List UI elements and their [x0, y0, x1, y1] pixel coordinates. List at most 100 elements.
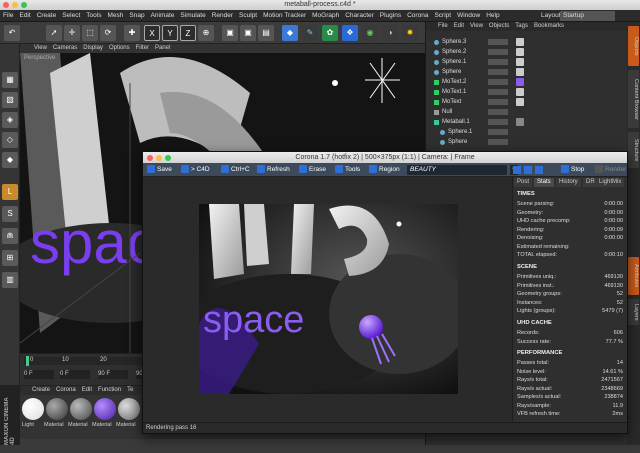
y-axis-icon[interactable]: Y — [162, 25, 178, 41]
refresh-button[interactable]: Refresh — [257, 165, 290, 175]
menu-render[interactable]: Render — [209, 10, 236, 22]
mat-menu-texture[interactable]: Te — [124, 386, 136, 395]
move-icon[interactable]: ✛ — [64, 25, 80, 41]
array-icon[interactable]: ❖ — [342, 25, 358, 41]
menu-plugins[interactable]: Plugins — [377, 10, 404, 22]
close-icon[interactable] — [147, 154, 153, 161]
render-button[interactable]: Render — [595, 165, 626, 175]
object-row[interactable]: Sphere — [426, 137, 628, 147]
tab-objects[interactable]: Objects — [628, 26, 639, 66]
object-row[interactable]: Metaball.1 — [426, 117, 628, 127]
render-pass-select[interactable]: BEAUTY — [407, 165, 507, 175]
tab-stats[interactable]: Stats — [534, 178, 554, 187]
object-row[interactable]: Sphere — [426, 67, 628, 77]
tab-content-browser[interactable]: Content Browser — [628, 70, 639, 128]
texture-mode-icon[interactable]: ▧ — [2, 92, 18, 108]
light-icon[interactable]: ✹ — [402, 25, 418, 41]
current-frame-field[interactable]: 0 F — [24, 370, 54, 379]
material-tag-icon[interactable] — [516, 68, 524, 76]
viewport-menu-view[interactable]: View — [20, 44, 50, 53]
s-tool-icon[interactable]: S — [2, 206, 18, 222]
tools-button[interactable]: Tools — [335, 165, 360, 175]
viewport-menu-panel[interactable]: Panel — [152, 44, 173, 53]
zoom-fit-icon[interactable] — [535, 166, 543, 174]
menu-window[interactable]: Window — [454, 10, 483, 22]
material-tag-icon[interactable] — [516, 88, 524, 96]
pen-icon[interactable]: ✎ — [302, 25, 318, 41]
obj-menu-bookmarks[interactable]: Bookmarks — [531, 22, 567, 31]
render-picture-icon[interactable]: ▣ — [240, 25, 256, 41]
menu-edit[interactable]: Edit — [16, 10, 33, 22]
material-swatch[interactable] — [118, 398, 140, 420]
object-row[interactable]: MoText — [426, 97, 628, 107]
tab-attributes[interactable]: Attributes — [628, 257, 639, 295]
obj-menu-file[interactable]: File — [426, 22, 451, 31]
to-c4d-button[interactable]: > C4D — [181, 165, 210, 175]
grid-icon[interactable]: ▥ — [2, 272, 18, 288]
maximize-icon[interactable] — [21, 2, 27, 8]
menu-mograph[interactable]: MoGraph — [309, 10, 342, 22]
menu-help[interactable]: Help — [483, 10, 502, 22]
menu-script[interactable]: Script — [431, 10, 454, 22]
points-mode-icon[interactable]: ◈ — [2, 112, 18, 128]
select-icon[interactable]: ➚ — [46, 25, 62, 41]
camera-icon[interactable]: ◑ — [382, 25, 398, 41]
l-tool-icon[interactable]: L — [2, 184, 18, 200]
material-swatch[interactable] — [94, 398, 116, 420]
menu-select[interactable]: Select — [59, 10, 83, 22]
minimize-icon[interactable] — [12, 2, 18, 8]
material-tag-icon[interactable] — [516, 38, 524, 46]
render-settings-icon[interactable]: ▤ — [258, 25, 274, 41]
max-frame-field[interactable]: 90 F — [98, 370, 128, 379]
mat-menu-edit[interactable]: Edit — [79, 386, 95, 395]
obj-menu-edit[interactable]: Edit — [451, 22, 467, 31]
zoom-out-icon[interactable] — [524, 166, 532, 174]
copy-button[interactable]: Ctrl+C — [221, 165, 250, 175]
menu-corona[interactable]: Corona — [404, 10, 431, 22]
menu-create[interactable]: Create — [34, 10, 60, 22]
object-row[interactable]: Null — [426, 107, 628, 117]
menu-animate[interactable]: Animate — [148, 10, 178, 22]
tab-layers[interactable]: Layers — [628, 299, 639, 325]
add-icon[interactable]: ✚ — [124, 25, 140, 41]
tab-lightmix[interactable]: LightMix — [596, 178, 625, 187]
model-mode-icon[interactable]: ▦ — [2, 72, 18, 88]
polygons-mode-icon[interactable]: ◆ — [2, 152, 18, 168]
tab-history[interactable]: History — [556, 178, 581, 187]
material-tag-icon[interactable] — [516, 118, 524, 126]
menu-mesh[interactable]: Mesh — [104, 10, 126, 22]
obj-menu-view[interactable]: View — [467, 22, 486, 31]
object-row[interactable]: MoText.2 — [426, 77, 628, 87]
tab-post[interactable]: Post — [514, 178, 533, 187]
save-button[interactable]: Save — [147, 165, 172, 175]
tab-structure[interactable]: Structure — [628, 132, 639, 168]
deformer-icon[interactable]: ◉ — [362, 25, 378, 41]
layout-select[interactable]: Startup — [560, 11, 615, 21]
object-row[interactable]: Sphere.3 — [426, 37, 628, 47]
rotate-icon[interactable]: ⟳ — [100, 25, 116, 41]
menu-sculpt[interactable]: Sculpt — [236, 10, 260, 22]
material-tag-icon[interactable] — [516, 78, 524, 86]
material-swatch[interactable] — [70, 398, 92, 420]
maximize-icon[interactable] — [165, 154, 171, 161]
erase-button[interactable]: Erase — [299, 165, 326, 175]
lock-icon[interactable]: ⊞ — [2, 250, 18, 266]
close-icon[interactable] — [3, 2, 9, 8]
mat-menu-corona[interactable]: Corona — [53, 386, 79, 395]
mat-menu-create[interactable]: Create — [20, 386, 53, 395]
snap-icon[interactable]: ⋒ — [2, 228, 18, 244]
menu-character[interactable]: Character — [342, 10, 377, 22]
viewport-menu-filter[interactable]: Filter — [133, 44, 152, 53]
menu-snap[interactable]: Snap — [126, 10, 147, 22]
x-axis-icon[interactable]: X — [144, 25, 160, 41]
obj-menu-tags[interactable]: Tags — [512, 22, 531, 31]
object-row[interactable]: MoText.1 — [426, 87, 628, 97]
scale-icon[interactable]: ⬚ — [82, 25, 98, 41]
z-axis-icon[interactable]: Z — [180, 25, 196, 41]
viewport-menu-cameras[interactable]: Cameras — [50, 44, 80, 53]
region-button[interactable]: Region — [369, 165, 400, 175]
stop-button[interactable]: Stop — [561, 165, 584, 175]
render-view-icon[interactable]: ▣ — [222, 25, 238, 41]
coord-icon[interactable]: ⊕ — [198, 25, 214, 41]
menu-tools[interactable]: Tools — [83, 10, 104, 22]
